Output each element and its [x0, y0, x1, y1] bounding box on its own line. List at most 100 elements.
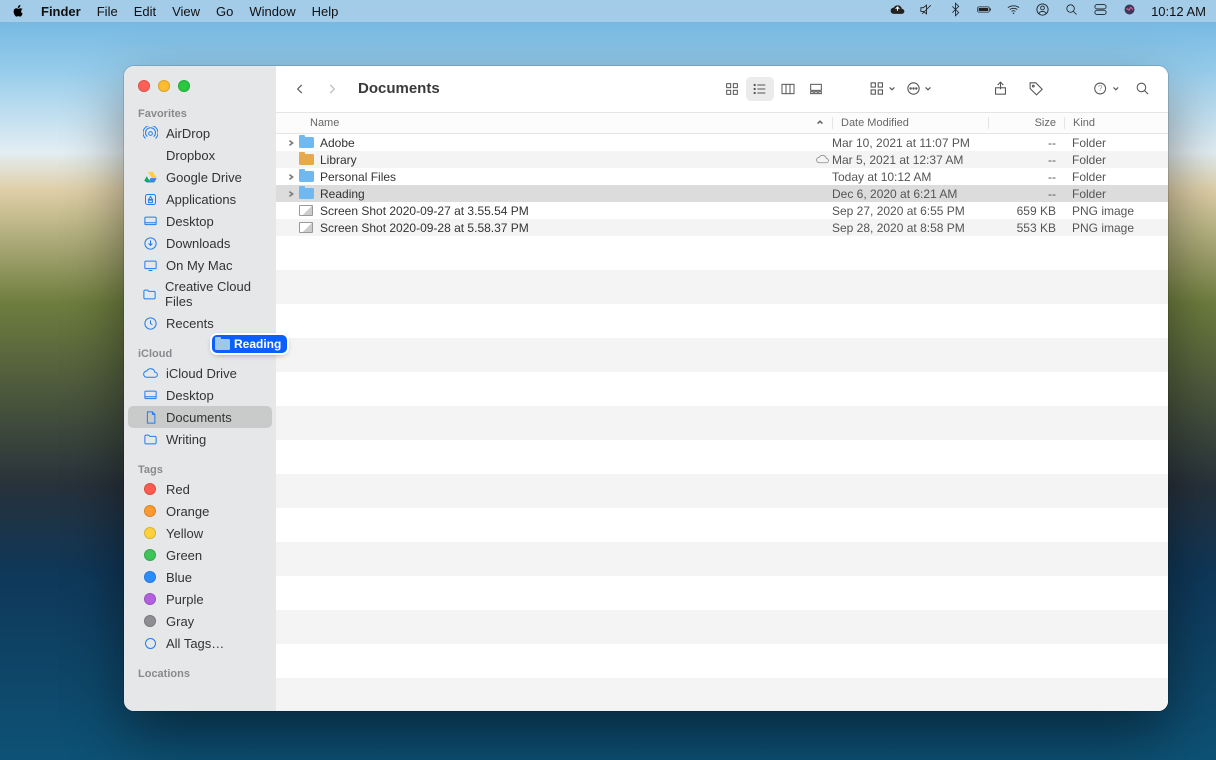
sidebar-item-red[interactable]: Red: [128, 478, 272, 500]
wifi-icon[interactable]: [1006, 2, 1021, 20]
sidebar-item-documents[interactable]: Documents: [128, 406, 272, 428]
spotlight-icon[interactable]: [1064, 2, 1079, 20]
file-row[interactable]: Screen Shot 2020-09-28 at 5.58.37 PMSep …: [276, 219, 1168, 236]
sidebar-item-purple[interactable]: Purple: [128, 588, 272, 610]
file-row[interactable]: Screen Shot 2020-09-27 at 3.55.54 PMSep …: [276, 202, 1168, 219]
image-icon: [298, 203, 314, 219]
gdrive-icon: [142, 169, 158, 185]
sidebar-item-blue[interactable]: Blue: [128, 566, 272, 588]
sidebar-item-label: On My Mac: [166, 258, 232, 273]
sidebar-item-creative-cloud-files[interactable]: Creative Cloud Files: [128, 276, 272, 312]
battery-icon[interactable]: [977, 2, 992, 20]
empty-row: [276, 678, 1168, 711]
file-kind: Folder: [1064, 153, 1168, 167]
sidebar-item-on-my-mac[interactable]: On My Mac: [128, 254, 272, 276]
menu-window[interactable]: Window: [249, 4, 295, 19]
sidebar-item-recents[interactable]: Recents: [128, 312, 272, 334]
file-row[interactable]: LibraryMar 5, 2021 at 12:37 AM--Folder: [276, 151, 1168, 168]
cloud-upload-icon[interactable]: [890, 2, 905, 20]
menubar-clock[interactable]: 10:12 AM: [1151, 4, 1206, 19]
file-kind: PNG image: [1064, 221, 1168, 235]
tag-icon: [142, 547, 158, 563]
sidebar-item-airdrop[interactable]: AirDrop: [128, 122, 272, 144]
bluetooth-icon[interactable]: [948, 2, 963, 20]
sidebar-item-label: Desktop: [166, 214, 214, 229]
sidebar-item-orange[interactable]: Orange: [128, 500, 272, 522]
empty-row: [276, 304, 1168, 338]
siri-icon[interactable]: [1122, 2, 1137, 20]
sidebar-item-desktop[interactable]: Desktop: [128, 210, 272, 232]
sidebar-item-desktop[interactable]: Desktop: [128, 384, 272, 406]
sidebar-item-google-drive[interactable]: Google Drive: [128, 166, 272, 188]
column-kind[interactable]: Kind: [1064, 117, 1168, 129]
file-row[interactable]: AdobeMar 10, 2021 at 11:07 PM--Folder: [276, 134, 1168, 151]
close-button[interactable]: [138, 80, 150, 92]
sidebar-item-label: AirDrop: [166, 126, 210, 141]
tag-button[interactable]: [1022, 77, 1050, 101]
menubar: Finder File Edit View Go Window Help 10:…: [0, 0, 1216, 22]
sidebar-item-label: Recents: [166, 316, 214, 331]
menu-file[interactable]: File: [97, 4, 118, 19]
empty-row: [276, 236, 1168, 270]
desktop-icon: [142, 213, 158, 229]
user-icon[interactable]: [1035, 2, 1050, 20]
cloud-icon: [142, 365, 158, 381]
search-button[interactable]: [1128, 77, 1156, 101]
forward-button[interactable]: [320, 77, 344, 101]
disclosure-triangle-icon[interactable]: [284, 190, 298, 198]
menu-edit[interactable]: Edit: [134, 4, 156, 19]
sidebar-item-yellow[interactable]: Yellow: [128, 522, 272, 544]
sidebar-item-applications[interactable]: Applications: [128, 188, 272, 210]
sidebar-item-writing[interactable]: Writing: [128, 428, 272, 450]
all-tags-icon: [142, 635, 158, 651]
dropdown-button[interactable]: ?: [1092, 77, 1120, 101]
column-name[interactable]: Name: [310, 117, 832, 129]
app-name[interactable]: Finder: [41, 4, 81, 19]
window-title: Documents: [358, 80, 440, 97]
file-date: Sep 27, 2020 at 6:55 PM: [832, 204, 988, 218]
column-date[interactable]: Date Modified: [832, 117, 988, 129]
sidebar-item-all-tags[interactable]: All Tags…: [128, 632, 272, 654]
view-columns-button[interactable]: [774, 77, 802, 101]
disclosure-triangle-icon[interactable]: [284, 139, 298, 147]
view-icons-button[interactable]: [718, 77, 746, 101]
control-center-icon[interactable]: [1093, 2, 1108, 20]
sidebar-item-icloud-drive[interactable]: iCloud Drive: [128, 362, 272, 384]
clock-icon: [142, 315, 158, 331]
file-size: 553 KB: [988, 221, 1064, 235]
empty-row: [276, 338, 1168, 372]
apple-menu-icon[interactable]: [10, 4, 25, 19]
folder-icon: [214, 336, 230, 352]
menu-view[interactable]: View: [172, 4, 200, 19]
sidebar-item-dropbox[interactable]: Dropbox: [128, 144, 272, 166]
column-size[interactable]: Size: [988, 117, 1064, 129]
svg-text:?: ?: [1098, 84, 1103, 93]
back-button[interactable]: [288, 77, 312, 101]
share-button[interactable]: [986, 77, 1014, 101]
file-row[interactable]: Personal FilesToday at 10:12 AM--Folder: [276, 168, 1168, 185]
file-name: Reading: [320, 187, 812, 201]
image-icon: [298, 220, 314, 236]
sidebar-item-downloads[interactable]: Downloads: [128, 232, 272, 254]
action-button[interactable]: [904, 77, 932, 101]
file-size: --: [988, 187, 1064, 201]
group-button[interactable]: [868, 77, 896, 101]
empty-row: [276, 644, 1168, 678]
tag-icon: [142, 503, 158, 519]
view-list-button[interactable]: [746, 77, 774, 101]
sidebar: Favorites AirDrop DropboxGoogle DriveAppl…: [124, 66, 276, 711]
file-row[interactable]: ReadingDec 6, 2020 at 6:21 AM--Folder: [276, 185, 1168, 202]
sidebar-item-gray[interactable]: Gray: [128, 610, 272, 632]
airdrop-icon: [142, 125, 158, 141]
tag-icon: [142, 613, 158, 629]
sidebar-section-favorites: Favorites: [124, 102, 276, 122]
sidebar-item-label: Blue: [166, 570, 192, 585]
view-gallery-button[interactable]: [802, 77, 830, 101]
zoom-button[interactable]: [178, 80, 190, 92]
mute-icon[interactable]: [919, 2, 934, 20]
minimize-button[interactable]: [158, 80, 170, 92]
sidebar-item-green[interactable]: Green: [128, 544, 272, 566]
menu-help[interactable]: Help: [312, 4, 339, 19]
disclosure-triangle-icon[interactable]: [284, 173, 298, 181]
menu-go[interactable]: Go: [216, 4, 233, 19]
